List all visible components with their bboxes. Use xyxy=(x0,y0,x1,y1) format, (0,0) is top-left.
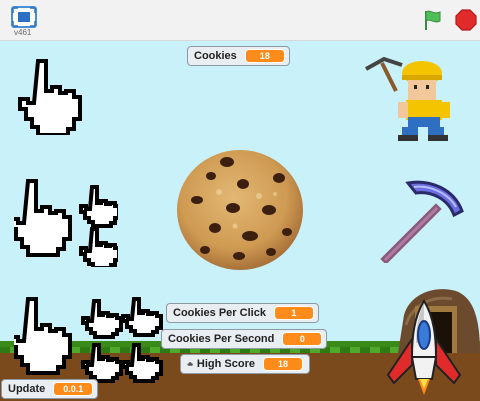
update-monitor: Update 0.0.1 xyxy=(1,379,98,399)
high-score-label: High Score xyxy=(196,358,255,370)
stop-icon[interactable] xyxy=(454,8,478,32)
cookies-per-second-label: Cookies Per Second xyxy=(168,333,275,345)
cookies-per-click-label: Cookies Per Click xyxy=(173,307,266,319)
version-label: v461 xyxy=(14,28,32,37)
update-value: 0.0.1 xyxy=(53,382,94,396)
update-label: Update xyxy=(8,383,46,395)
cookies-per-second-value: 0 xyxy=(282,332,323,346)
cookies-value: 18 xyxy=(244,49,285,63)
pickaxe-icon[interactable] xyxy=(378,175,466,263)
cookies-per-click-monitor: Cookies Per Click 1 xyxy=(166,303,319,323)
cloud-icon xyxy=(187,362,193,366)
pointing-hand-icon[interactable] xyxy=(14,57,84,135)
high-score-value: 18 xyxy=(263,357,303,371)
high-score-monitor: High Score 18 xyxy=(180,354,310,374)
miner-icon[interactable] xyxy=(362,55,454,141)
cursor-swarm-icon[interactable] xyxy=(14,295,164,387)
scratch-player: v461 Cookies 18 Cookies Per Click 1 Cook… xyxy=(0,0,480,401)
cookies-per-second-monitor: Cookies Per Second 0 xyxy=(161,329,327,349)
double-cursor-icon[interactable] xyxy=(14,177,118,267)
fullscreen-icon[interactable] xyxy=(11,6,37,28)
cookies-label: Cookies xyxy=(194,50,237,62)
stage: Cookies 18 Cookies Per Click 1 Cookies P… xyxy=(0,41,480,401)
player-controls-bar: v461 xyxy=(0,0,480,41)
cookies-monitor: Cookies 18 xyxy=(187,46,290,66)
cookie-icon[interactable] xyxy=(175,148,305,272)
rocket-icon[interactable] xyxy=(384,299,464,397)
cookies-per-click-value: 1 xyxy=(273,306,314,320)
green-flag-icon[interactable] xyxy=(421,8,445,32)
